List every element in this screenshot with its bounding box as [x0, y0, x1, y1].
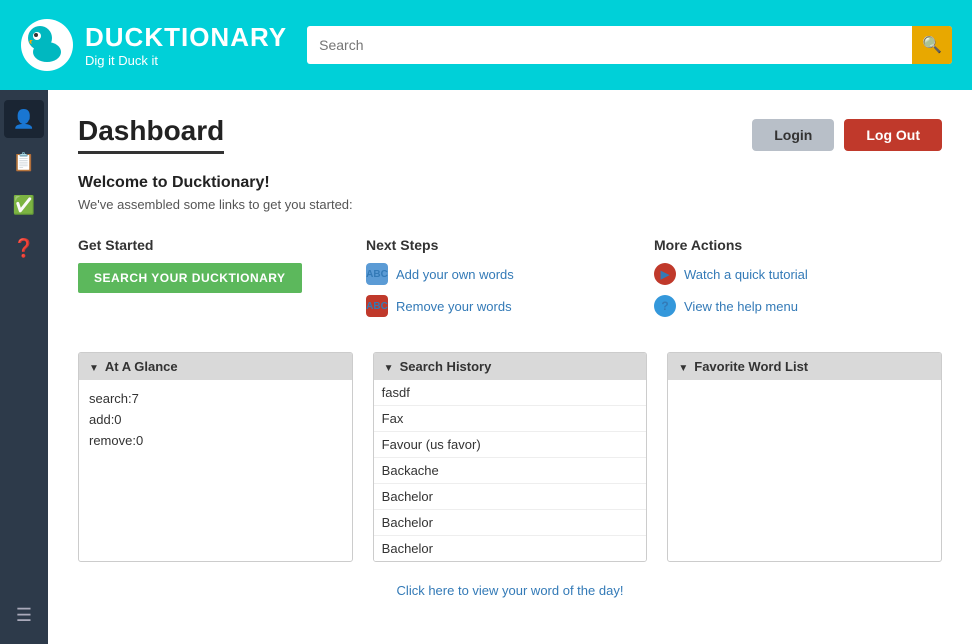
logo-icon [20, 18, 75, 73]
sidebar-item-book[interactable]: 📋 [4, 143, 44, 181]
sidebar-hamburger-button[interactable]: ☰ [4, 596, 44, 634]
page-title: Dashboard [78, 115, 224, 154]
list-item: Backache [374, 458, 647, 484]
favorite-word-list-header: Favorite Word List [668, 353, 941, 380]
list-item: remove:0 [89, 430, 342, 451]
help-icon: ? [654, 295, 676, 317]
favorite-word-list-chevron[interactable] [678, 359, 688, 374]
more-actions-col: More Actions ▶ Watch a quick tutorial ? … [654, 237, 942, 327]
add-words-icon: ABC [366, 263, 388, 285]
logo-area: DUCKTIONARY Dig it Duck it [20, 18, 287, 73]
header-buttons: Login Log Out [752, 119, 942, 151]
remove-words-icon: ABC [366, 295, 388, 317]
list-item: Bachelor [374, 510, 647, 536]
search-history-body: fasdf Fax Favour (us favor) Backache Bac… [374, 380, 647, 561]
word-of-day: Click here to view your word of the day! [78, 582, 942, 598]
list-item: Bachelor [374, 484, 647, 510]
at-a-glance-panel: At A Glance search:7 add:0 remove:0 [78, 352, 353, 562]
help-menu-label[interactable]: View the help menu [684, 299, 798, 314]
login-button[interactable]: Login [752, 119, 834, 151]
hamburger-icon: ☰ [16, 605, 32, 626]
logo-subtitle: Dig it Duck it [85, 53, 287, 68]
list-item: Fax [374, 406, 647, 432]
profile-icon: 👤 [13, 109, 35, 130]
app-header: DUCKTIONARY Dig it Duck it 🔍 [0, 0, 972, 90]
at-a-glance-title: At A Glance [105, 359, 178, 374]
next-steps-title: Next Steps [366, 237, 654, 253]
favorite-word-list-body [668, 380, 941, 540]
logo-text-area: DUCKTIONARY Dig it Duck it [85, 22, 287, 68]
welcome-subtitle: We've assembled some links to get you st… [78, 197, 942, 212]
sidebar-item-help[interactable]: ❓ [4, 229, 44, 267]
panels-row: At A Glance search:7 add:0 remove:0 Sear… [78, 352, 942, 562]
search-history-header: Search History [374, 353, 647, 380]
main-content: Dashboard Login Log Out Welcome to Duckt… [48, 90, 972, 644]
get-started-col: Get Started SEARCH YOUR DUCKTIONARY [78, 237, 366, 327]
add-words-label[interactable]: Add your own words [396, 267, 514, 282]
search-container: 🔍 [307, 26, 952, 64]
checklist-icon: ✅ [13, 195, 35, 216]
sidebar-item-profile[interactable]: 👤 [4, 100, 44, 138]
sidebar: 👤 📋 ✅ ❓ ☰ [0, 90, 48, 644]
help-menu-link[interactable]: ? View the help menu [654, 295, 942, 317]
tutorial-link[interactable]: ▶ Watch a quick tutorial [654, 263, 942, 285]
search-button[interactable]: 🔍 [912, 26, 952, 64]
help-circle-icon: ❓ [13, 238, 35, 259]
list-item: fasdf [374, 380, 647, 406]
remove-words-label[interactable]: Remove your words [396, 299, 512, 314]
search-ducktionary-button[interactable]: SEARCH YOUR DUCKTIONARY [78, 263, 302, 293]
tutorial-icon: ▶ [654, 263, 676, 285]
favorite-word-list-title: Favorite Word List [694, 359, 808, 374]
search-input[interactable] [307, 26, 952, 64]
at-a-glance-header: At A Glance [79, 353, 352, 380]
book-icon: 📋 [13, 152, 35, 173]
list-item: Bachelor [374, 536, 647, 561]
dashboard-header: Dashboard Login Log Out [78, 115, 942, 154]
search-history-title: Search History [400, 359, 492, 374]
links-row: Get Started SEARCH YOUR DUCKTIONARY Next… [78, 237, 942, 327]
favorite-word-list-panel: Favorite Word List [667, 352, 942, 562]
search-history-chevron[interactable] [384, 359, 394, 374]
next-steps-col: Next Steps ABC Add your own words ABC Re… [366, 237, 654, 327]
list-item: search:7 [89, 388, 342, 409]
more-actions-title: More Actions [654, 237, 942, 253]
logout-button[interactable]: Log Out [844, 119, 942, 151]
search-icon: 🔍 [922, 35, 942, 55]
at-a-glance-chevron[interactable] [89, 359, 99, 374]
welcome-title: Welcome to Ducktionary! [78, 174, 942, 192]
list-item: Favour (us favor) [374, 432, 647, 458]
search-history-panel: Search History fasdf Fax Favour (us favo… [373, 352, 648, 562]
word-of-day-link[interactable]: Click here to view your word of the day! [397, 583, 624, 598]
at-a-glance-body: search:7 add:0 remove:0 [79, 380, 352, 540]
list-item: add:0 [89, 409, 342, 430]
logo-title: DUCKTIONARY [85, 22, 287, 53]
remove-words-link[interactable]: ABC Remove your words [366, 295, 654, 317]
add-words-link[interactable]: ABC Add your own words [366, 263, 654, 285]
tutorial-label[interactable]: Watch a quick tutorial [684, 267, 808, 282]
sidebar-item-checklist[interactable]: ✅ [4, 186, 44, 224]
get-started-title: Get Started [78, 237, 366, 253]
welcome-section: Welcome to Ducktionary! We've assembled … [78, 174, 942, 212]
